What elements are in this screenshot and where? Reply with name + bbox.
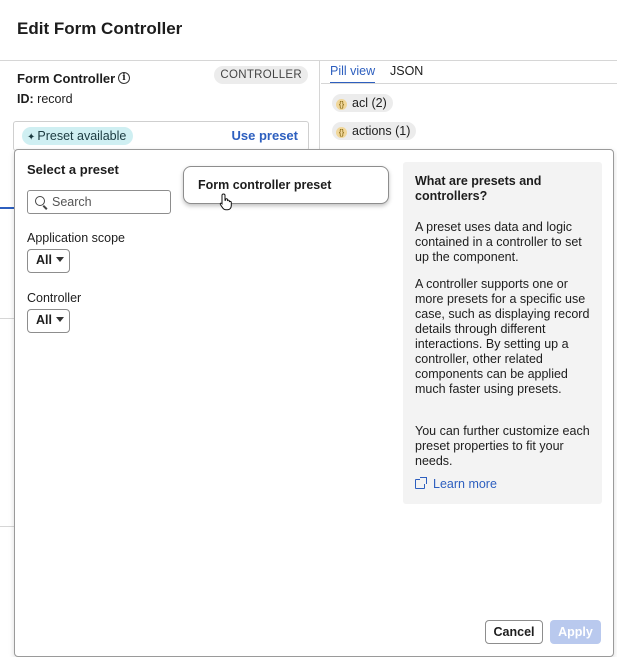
- external-link-icon: [415, 477, 427, 489]
- info-paragraph: You can further customize each preset pr…: [415, 424, 590, 468]
- background-divider: [0, 526, 14, 527]
- search-box[interactable]: [27, 190, 171, 214]
- learn-more-link[interactable]: Learn more: [415, 477, 497, 491]
- info-icon[interactable]: i: [118, 72, 130, 84]
- pill-acl[interactable]: {} acl (2): [332, 94, 393, 112]
- dialog-title: Edit Form Controller: [17, 19, 183, 38]
- search-icon: [35, 196, 45, 206]
- search-input[interactable]: [52, 194, 164, 210]
- pill-count: (1): [395, 124, 411, 138]
- controller-name: Form Controller: [17, 71, 116, 86]
- dropdown-value: All: [36, 313, 52, 327]
- application-scope-label: Application scope: [27, 231, 125, 245]
- preset-result-card[interactable]: Form controller preset: [183, 166, 389, 204]
- properties-panel: Pill view JSON {} acl (2) {} actions (1): [321, 61, 617, 161]
- background-tab-indicator: [0, 207, 14, 209]
- pill-actions[interactable]: {} actions (1): [332, 122, 417, 140]
- caret-down-icon: [55, 317, 64, 322]
- controller-dropdown[interactable]: All: [27, 309, 70, 333]
- controller-id: ID: record: [17, 92, 73, 106]
- dialog-header: Edit Form Controller: [0, 0, 617, 61]
- background-divider: [0, 318, 14, 319]
- application-scope-dropdown[interactable]: All: [27, 249, 70, 273]
- tab-pill-view[interactable]: Pill view: [330, 64, 376, 84]
- controller-filter-label: Controller: [27, 291, 82, 305]
- preset-info-panel: What are presets and controllers? A pres…: [403, 162, 602, 504]
- popover-title: Select a preset: [27, 162, 119, 177]
- tab-json[interactable]: JSON: [390, 64, 423, 82]
- id-label: ID:: [17, 92, 34, 106]
- braces-icon: {}: [336, 99, 347, 110]
- preset-popover: Select a preset Application scope All Co…: [14, 149, 614, 657]
- learn-more-label: Learn more: [433, 477, 497, 491]
- magic-wand-icon: ✦: [27, 132, 36, 143]
- info-title: What are presets and controllers?: [415, 174, 542, 203]
- preset-result-label: Form controller preset: [198, 178, 332, 192]
- braces-icon: {}: [336, 127, 347, 138]
- preset-available-pill: ✦ Preset available: [22, 127, 134, 145]
- info-paragraph: A controller supports one or more preset…: [415, 277, 590, 396]
- pointer-cursor-icon: [219, 193, 232, 211]
- pill-count: (2): [371, 96, 387, 110]
- apply-button[interactable]: Apply: [550, 620, 601, 644]
- controller-badge: CONTROLLER: [214, 66, 308, 84]
- cancel-button[interactable]: Cancel: [485, 620, 543, 644]
- use-preset-link[interactable]: Use preset: [232, 128, 298, 143]
- pill-label: actions: [352, 124, 392, 138]
- caret-down-icon: [55, 257, 64, 262]
- preset-status: Preset available: [37, 129, 127, 143]
- preset-bar: ✦ Preset available Use preset: [13, 121, 309, 151]
- info-paragraph: A preset uses data and logic contained i…: [415, 220, 582, 264]
- id-value: record: [37, 92, 73, 106]
- dropdown-value: All: [36, 253, 52, 267]
- tabs-divider: [321, 83, 617, 84]
- pill-label: acl: [352, 96, 368, 110]
